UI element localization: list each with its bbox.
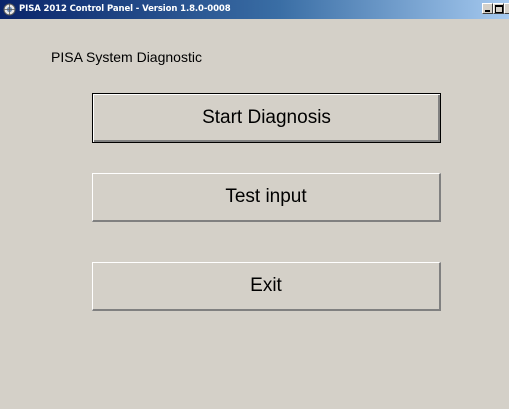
minimize-icon[interactable] — [482, 3, 493, 14]
close-icon[interactable] — [504, 3, 509, 14]
start-diagnosis-button[interactable]: Start Diagnosis — [92, 93, 441, 143]
maximize-icon[interactable] — [493, 3, 504, 14]
control-panel-window: PISA 2012 Control Panel - Version 1.8.0-… — [0, 0, 509, 412]
test-input-button[interactable]: Test input — [92, 173, 441, 222]
title-bar[interactable]: PISA 2012 Control Panel - Version 1.8.0-… — [0, 0, 509, 19]
exit-label: Exit — [250, 275, 282, 296]
window-title: PISA 2012 Control Panel - Version 1.8.0-… — [19, 4, 231, 14]
exit-button[interactable]: Exit — [92, 262, 441, 311]
pisa-logo-icon — [3, 3, 16, 16]
start-diagnosis-label: Start Diagnosis — [202, 107, 331, 128]
page-title: PISA System Diagnostic — [51, 49, 202, 65]
test-input-label: Test input — [225, 186, 307, 207]
